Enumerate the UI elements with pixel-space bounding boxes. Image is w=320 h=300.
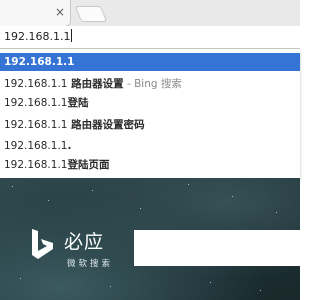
suggestion-completion: 登陆: [67, 97, 89, 109]
suggestion-typed: 192.168.1.1: [4, 97, 68, 109]
suggestion-typed: 192.168.1.1: [4, 119, 68, 131]
bing-title: 必应: [64, 231, 105, 253]
star-dot: [140, 208, 141, 209]
browser-tab[interactable]: ×: [0, 0, 71, 27]
close-icon[interactable]: ×: [54, 6, 66, 18]
address-bar[interactable]: 192.168.1.1: [0, 26, 300, 49]
suggestion-item[interactable]: 192.168.1.1.: [0, 137, 300, 155]
text-caret: [71, 29, 73, 42]
suggestion-completion: 路由器设置密码: [67, 119, 145, 131]
suggestion-typed: 192.168.1.1: [4, 159, 68, 171]
suggestion-typed: 192.168.1.1: [4, 56, 75, 68]
star-dot: [48, 200, 49, 201]
suggestion-typed: 192.168.1.1: [4, 140, 68, 152]
suggestion-completion: 路由器设置: [67, 78, 124, 90]
star-dot: [276, 212, 277, 213]
suggestion-completion: .: [67, 140, 72, 152]
suggestion-item[interactable]: 192.168.1.1登陆页面: [0, 156, 300, 174]
suggestion-typed: 192.168.1.1: [4, 78, 68, 90]
address-input[interactable]: 192.168.1.1: [4, 29, 73, 45]
star-dot: [92, 190, 93, 191]
suggestion-completion: 登陆页面: [67, 159, 110, 171]
bing-homepage: 必应 微软搜索: [0, 178, 300, 300]
suggestion-engine: - Bing 搜索: [123, 78, 182, 90]
star-dot: [260, 290, 261, 291]
new-tab-icon[interactable]: [74, 6, 108, 22]
bing-logo-icon[interactable]: [30, 228, 56, 260]
star-dot: [232, 196, 233, 197]
bing-search-input[interactable]: [134, 230, 300, 266]
suggestion-dropdown: 192.168.1.1 192.168.1.1 路由器设置 - Bing 搜索 …: [0, 49, 300, 179]
tab-strip: ×: [0, 0, 300, 27]
address-text: 192.168.1.1: [4, 30, 71, 43]
star-dot: [12, 186, 13, 187]
star-dot: [20, 278, 21, 279]
suggestion-item[interactable]: 192.168.1.1 路由器设置密码: [0, 116, 300, 134]
star-dot: [188, 184, 189, 185]
star-dot: [110, 286, 111, 287]
suggestion-item[interactable]: 192.168.1.1登陆: [0, 94, 300, 112]
star-dot: [210, 282, 211, 283]
apps-grid-icon[interactable]: [137, 246, 147, 256]
suggestion-item[interactable]: 192.168.1.1 路由器设置 - Bing 搜索: [0, 75, 300, 93]
bing-subtitle: 微软搜索: [67, 259, 114, 269]
suggestion-item[interactable]: 192.168.1.1: [0, 53, 300, 71]
